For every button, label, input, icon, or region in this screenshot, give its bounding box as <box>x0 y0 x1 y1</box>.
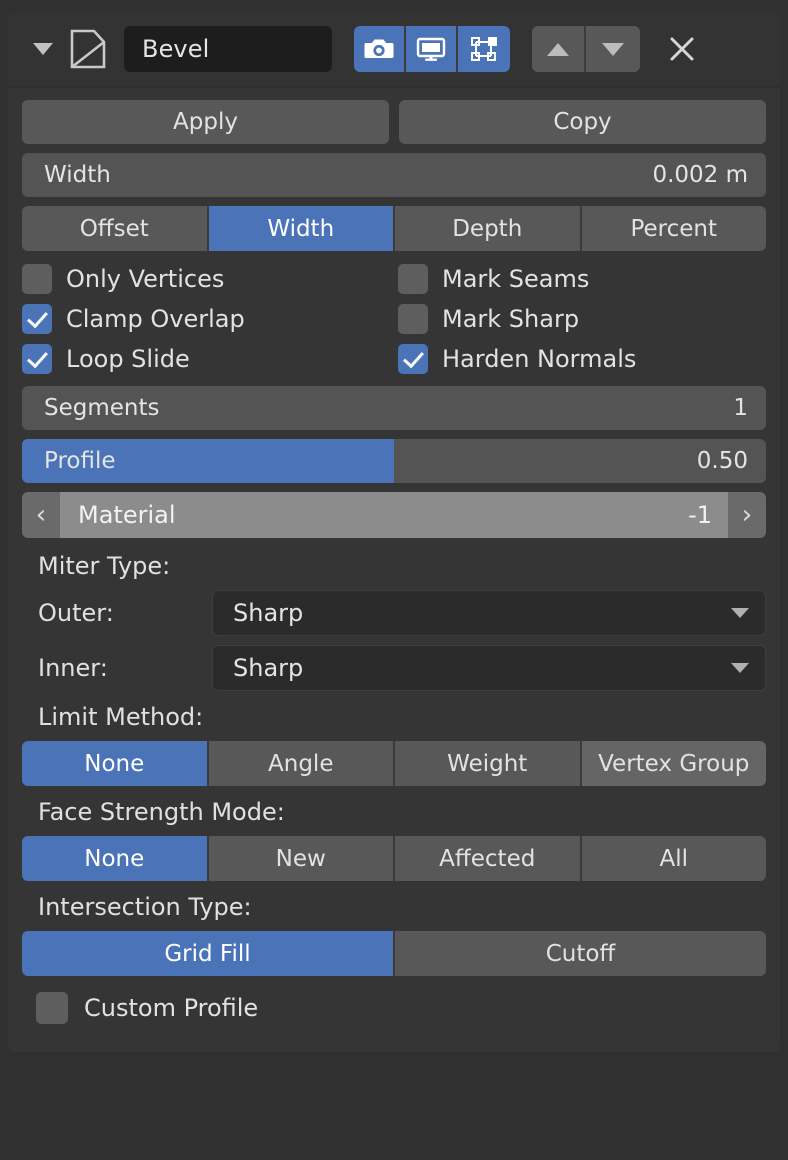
camera-icon <box>364 39 394 58</box>
bevel-checkbox-grid: Only Vertices Mark Seams Clamp Overlap M… <box>22 260 766 386</box>
remove-modifier-button[interactable] <box>662 27 702 71</box>
intersection-type-enum: Grid Fill Cutoff <box>22 931 766 976</box>
checkbox-box <box>22 304 52 334</box>
checkbox-row-1: Only Vertices Mark Seams <box>22 264 766 294</box>
offset-type-option-depth[interactable]: Depth <box>395 206 582 251</box>
limit-method-heading: Limit Method: <box>38 703 204 731</box>
limit-method-option-vertex-group[interactable]: Vertex Group <box>581 741 766 786</box>
face-strength-enum: None New Affected All <box>22 836 766 881</box>
chevron-down-icon <box>731 608 749 618</box>
inner-miter-label: Inner: <box>38 654 108 682</box>
inner-miter-dropdown[interactable]: Sharp <box>212 645 766 691</box>
move-modifier-up-button[interactable] <box>532 26 586 72</box>
checkbox-box <box>36 992 68 1024</box>
width-field-value: 0.002 m <box>652 162 748 188</box>
display-toggles <box>354 26 510 72</box>
custom-profile-checkbox[interactable]: Custom Profile <box>22 992 766 1024</box>
realtime-toggle-button[interactable] <box>406 26 458 72</box>
triangle-down-icon <box>602 42 624 56</box>
inner-miter-value: Sharp <box>233 654 304 682</box>
offset-type-option-offset[interactable]: Offset <box>22 206 209 251</box>
render-toggle-button[interactable] <box>354 26 406 72</box>
modifier-body: Apply Copy Width 0.002 m Offset Width De… <box>8 88 780 1052</box>
outer-miter-value: Sharp <box>233 599 304 627</box>
profile-value-field[interactable]: Profile 0.50 <box>22 439 766 483</box>
mark-sharp-checkbox[interactable]: Mark Sharp <box>390 304 766 334</box>
outer-miter-dropdown[interactable]: Sharp <box>212 590 766 636</box>
checkbox-label: Loop Slide <box>66 345 190 373</box>
blender-properties-editor: Bevel Apply Copy Width 0.002 m Offset Wi… <box>0 0 788 1160</box>
checkbox-box <box>22 264 52 294</box>
action-buttons-row: Apply Copy <box>22 100 766 144</box>
monitor-icon <box>416 37 446 61</box>
intersection-option-grid-fill[interactable]: Grid Fill <box>22 931 395 976</box>
modifier-reorder-buttons <box>532 26 640 72</box>
material-field-value: -1 <box>688 501 712 529</box>
intersection-type-heading: Intersection Type: <box>38 893 252 921</box>
only-vertices-checkbox[interactable]: Only Vertices <box>22 264 390 294</box>
segments-field-value: 1 <box>733 395 748 421</box>
checkbox-box <box>398 304 428 334</box>
width-field-label: Width <box>44 162 111 188</box>
face-strength-heading: Face Strength Mode: <box>38 798 285 826</box>
checkbox-box <box>22 344 52 374</box>
checkbox-label: Only Vertices <box>66 265 225 293</box>
bevel-modifier-panel: Bevel Apply Copy Width 0.002 m Offset Wi… <box>8 12 780 1052</box>
checkbox-box <box>398 344 428 374</box>
intersection-option-cutoff[interactable]: Cutoff <box>395 931 766 976</box>
close-x-icon <box>670 37 694 61</box>
face-strength-option-none[interactable]: None <box>22 836 209 881</box>
material-field-body[interactable]: Material -1 <box>60 492 728 538</box>
face-strength-option-new[interactable]: New <box>208 836 395 881</box>
limit-method-option-weight[interactable]: Weight <box>395 741 582 786</box>
checkbox-label: Clamp Overlap <box>66 305 245 333</box>
offset-type-enum: Offset Width Depth Percent <box>22 206 766 251</box>
modifier-name-input[interactable]: Bevel <box>124 26 332 72</box>
panel-expand-toggle[interactable] <box>26 29 60 69</box>
limit-method-enum: None Angle Weight Vertex Group <box>22 741 766 786</box>
limit-method-option-angle[interactable]: Angle <box>208 741 395 786</box>
profile-field-value: 0.50 <box>696 448 748 474</box>
loop-slide-checkbox[interactable]: Loop Slide <box>22 344 390 374</box>
outer-miter-row: Outer: Sharp <box>22 590 766 636</box>
limit-method-option-none[interactable]: None <box>22 741 209 786</box>
chevron-down-icon <box>731 663 749 673</box>
harden-normals-checkbox[interactable]: Harden Normals <box>390 344 766 374</box>
checkbox-label: Harden Normals <box>442 345 637 373</box>
checkbox-row-3: Loop Slide Harden Normals <box>22 344 766 374</box>
segments-value-field[interactable]: Segments 1 <box>22 386 766 430</box>
chevron-left-icon[interactable]: ‹ <box>22 492 60 538</box>
chevron-right-icon[interactable]: › <box>728 492 766 538</box>
clamp-overlap-checkbox[interactable]: Clamp Overlap <box>22 304 390 334</box>
outer-miter-label: Outer: <box>38 599 114 627</box>
offset-type-option-percent[interactable]: Percent <box>581 206 766 251</box>
modifier-header: Bevel <box>8 12 780 88</box>
profile-field-label: Profile <box>44 448 116 474</box>
custom-profile-label: Custom Profile <box>84 994 259 1022</box>
checkbox-label: Mark Sharp <box>442 305 580 333</box>
edit-mode-toggle-button[interactable] <box>458 26 510 72</box>
inner-miter-row: Inner: Sharp <box>22 645 766 691</box>
face-strength-option-affected[interactable]: Affected <box>395 836 582 881</box>
material-index-field[interactable]: ‹ Material -1 › <box>22 492 766 538</box>
modifier-name-text: Bevel <box>142 35 210 63</box>
checkbox-label: Mark Seams <box>442 265 590 293</box>
move-modifier-down-button[interactable] <box>586 26 640 72</box>
miter-type-heading: Miter Type: <box>38 552 171 580</box>
apply-button[interactable]: Apply <box>22 100 389 144</box>
mark-seams-checkbox[interactable]: Mark Seams <box>390 264 766 294</box>
face-strength-option-all[interactable]: All <box>581 836 766 881</box>
triangle-down-icon <box>33 43 53 55</box>
material-field-label: Material <box>78 501 176 529</box>
edit-mode-icon <box>471 37 497 61</box>
offset-type-option-width[interactable]: Width <box>208 206 395 251</box>
triangle-up-icon <box>547 42 569 56</box>
checkbox-box <box>398 264 428 294</box>
segments-field-label: Segments <box>44 395 160 421</box>
bevel-modifier-icon <box>60 27 116 71</box>
width-value-field[interactable]: Width 0.002 m <box>22 153 766 197</box>
checkbox-row-2: Clamp Overlap Mark Sharp <box>22 304 766 334</box>
copy-button[interactable]: Copy <box>399 100 766 144</box>
